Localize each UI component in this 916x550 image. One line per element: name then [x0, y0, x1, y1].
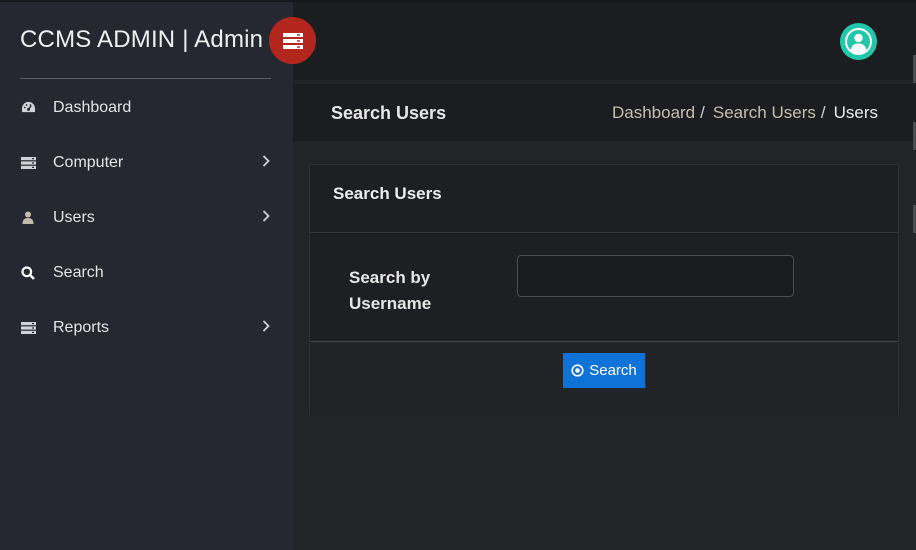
search-button-label: Search: [589, 362, 637, 379]
page-title: Search Users: [331, 103, 447, 123]
card-header: Search Users: [310, 165, 898, 233]
card-title: Search Users: [333, 184, 442, 203]
sidebar-item-label: Reports: [53, 318, 110, 336]
sidebar-item-label: Users: [53, 208, 95, 226]
sidebar-item-dashboard[interactable]: Dashboard: [0, 80, 293, 135]
breadcrumb-separator: /: [700, 103, 705, 122]
sidebar-item-search[interactable]: Search: [0, 245, 293, 300]
server-icon: [20, 320, 36, 336]
sidebar-item-reports[interactable]: Reports: [0, 300, 293, 355]
sidebar-item-label: Dashboard: [53, 98, 132, 116]
sidebar: CCMS ADMIN | Admin Dashboard Computer Us…: [0, 0, 293, 550]
breadcrumb-current: Users: [833, 103, 878, 122]
breadcrumb-separator: /: [820, 103, 826, 122]
dashboard-gauge-icon: [20, 100, 36, 116]
sidebar-item-label: Search: [53, 263, 104, 281]
brand-title: CCMS ADMIN | Admin: [20, 26, 264, 53]
sidebar-toggle-button[interactable]: [269, 17, 316, 64]
server-icon: [282, 32, 303, 49]
chevron-right-icon: [262, 319, 270, 337]
dot-circle-icon: [571, 364, 584, 377]
sidebar-item-users[interactable]: Users: [0, 190, 293, 245]
sidebar-item-label: Computer: [53, 153, 124, 171]
search-users-card: Search Users Search by Username Search: [309, 164, 899, 417]
page-header: Search Users Dashboard / Search Users / …: [293, 84, 916, 141]
sidebar-item-computer[interactable]: Computer: [0, 135, 293, 190]
username-field-label: Search by Username: [349, 268, 432, 313]
top-navbar: [293, 0, 916, 80]
search-button[interactable]: Search: [563, 353, 645, 388]
chevron-right-icon: [262, 209, 270, 227]
username-search-input[interactable]: [517, 255, 794, 297]
chevron-right-icon: [262, 154, 270, 172]
brand-divider: [20, 78, 271, 79]
search-icon: [20, 265, 36, 281]
card-footer: Search: [310, 341, 898, 417]
breadcrumb-link-search-users[interactable]: Search Users: [713, 103, 816, 123]
breadcrumb: Dashboard / Search Users / Users: [612, 103, 878, 123]
user-icon: [20, 210, 36, 226]
breadcrumb-link-dashboard[interactable]: Dashboard: [612, 103, 695, 123]
user-avatar-button[interactable]: [840, 23, 877, 60]
server-icon: [20, 155, 36, 171]
user-avatar-icon: [844, 27, 873, 56]
